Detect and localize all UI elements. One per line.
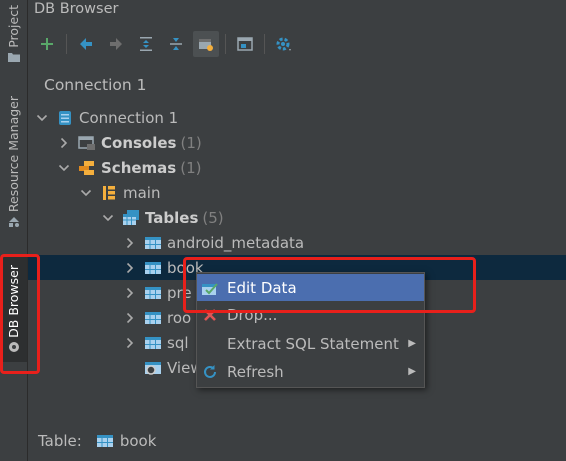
menu-item-label: Edit Data — [227, 278, 297, 297]
schemas-label: Schemas — [101, 158, 177, 177]
chevron-right-icon — [126, 287, 134, 298]
forward-button[interactable] — [103, 31, 129, 57]
panel-title: DB Browser — [34, 1, 119, 17]
menu-item-drop[interactable]: Drop... — [197, 301, 424, 328]
submenu-arrow-icon: ▶ — [408, 366, 416, 377]
menu-item-edit-data[interactable]: Edit Data — [197, 274, 424, 301]
main-schema-label: main — [123, 183, 161, 202]
connection-icon — [59, 110, 71, 125]
chevron-right-icon — [126, 337, 134, 348]
menu-item-label: Refresh — [227, 362, 284, 381]
tables-count: (5) — [202, 208, 224, 227]
menu-item-extract-sql[interactable]: Extract SQL Statement ▶ — [197, 330, 424, 357]
connection-label: Connection 1 — [79, 108, 179, 127]
expand-all-button[interactable] — [133, 31, 159, 57]
open-console-icon — [237, 37, 253, 51]
filter-button[interactable] — [193, 31, 219, 57]
schemas-icon — [79, 160, 94, 175]
consoles-icon — [78, 135, 95, 150]
toolbar-separator — [225, 34, 226, 54]
views-icon — [145, 361, 161, 375]
consoles-label: Consoles — [101, 133, 177, 152]
collapse-all-icon — [170, 38, 182, 50]
chevron-right-icon — [126, 312, 134, 323]
open-console-button[interactable] — [232, 31, 258, 57]
tree-node-connection[interactable]: Connection 1 — [28, 105, 566, 130]
add-icon — [41, 38, 53, 50]
toolbar-separator — [264, 34, 265, 54]
db-browser-tab-label: DB Browser — [6, 264, 21, 338]
resource-manager-tab[interactable]: Resource Manager — [0, 92, 27, 232]
back-icon — [80, 38, 92, 50]
context-menu: Edit Data Drop... Extract SQL Statement … — [196, 272, 425, 388]
chevron-down-icon — [36, 114, 48, 121]
chevron-right-icon — [126, 237, 134, 248]
back-button[interactable] — [73, 31, 99, 57]
tree-node-tables[interactable]: Tables (5) — [28, 205, 566, 230]
table-label: sql — [167, 333, 189, 352]
add-connection-button[interactable] — [34, 31, 60, 57]
db-browser-tab[interactable]: DB Browser — [0, 256, 27, 362]
chevron-right-icon — [126, 262, 134, 273]
tables-icon — [123, 209, 139, 225]
menu-item-refresh[interactable]: Refresh ▶ — [197, 358, 424, 385]
toolbar — [28, 28, 566, 60]
project-tab-label: Project — [6, 4, 21, 48]
table-label: pre — [167, 283, 192, 302]
connection-tab[interactable]: Connection 1 — [44, 76, 147, 94]
db-browser-icon — [8, 342, 19, 353]
table-icon — [145, 336, 161, 349]
table-icon — [145, 286, 161, 299]
table-icon — [145, 236, 161, 249]
status-value: book — [119, 432, 157, 450]
tool-window-strip: Project Resource Manager DB Browser — [0, 0, 28, 461]
tree-node-schemas[interactable]: Schemas (1) — [28, 155, 566, 180]
table-label: android_metadata — [167, 233, 305, 252]
chevron-down-icon — [58, 164, 70, 171]
collapse-all-button[interactable] — [163, 31, 189, 57]
delete-icon — [201, 306, 219, 324]
forward-icon — [110, 38, 122, 50]
consoles-count: (1) — [180, 133, 202, 152]
status-label: Table: — [38, 432, 82, 450]
resource-manager-tab-label: Resource Manager — [6, 95, 21, 213]
schema-icon — [103, 185, 115, 200]
tables-label: Tables — [145, 208, 199, 227]
project-tab[interactable]: Project — [0, 2, 27, 66]
tree-node-table[interactable]: android_metadata — [28, 230, 566, 255]
filter-icon — [199, 39, 213, 51]
tree-node-consoles[interactable]: Consoles (1) — [28, 130, 566, 155]
chevron-down-icon — [102, 214, 114, 221]
chevron-right-icon — [60, 137, 68, 148]
status-bar: Table: book — [38, 432, 156, 450]
no-icon-spacer — [201, 335, 219, 353]
table-icon — [145, 261, 161, 274]
no-arrow-spacer — [124, 362, 136, 374]
resource-icon — [8, 217, 19, 228]
chevron-down-icon — [80, 189, 92, 196]
menu-item-label: Drop... — [227, 305, 278, 324]
tree-node-main-schema[interactable]: main — [28, 180, 566, 205]
settings-button[interactable] — [271, 31, 297, 57]
settings-icon — [276, 37, 291, 51]
table-icon — [145, 311, 161, 324]
toolbar-separator — [66, 34, 67, 54]
expand-all-icon — [140, 37, 152, 51]
db-browser-panel: DB Browser Connection 1 Connection 1 Con… — [28, 0, 566, 461]
edit-data-icon — [201, 279, 219, 297]
menu-item-label: Extract SQL Statement — [227, 334, 399, 353]
table-label: roo — [167, 308, 192, 327]
schemas-count: (1) — [180, 158, 202, 177]
submenu-arrow-icon: ▶ — [408, 338, 416, 349]
table-icon — [96, 435, 113, 447]
refresh-icon — [201, 363, 219, 381]
folder-icon — [7, 53, 20, 63]
